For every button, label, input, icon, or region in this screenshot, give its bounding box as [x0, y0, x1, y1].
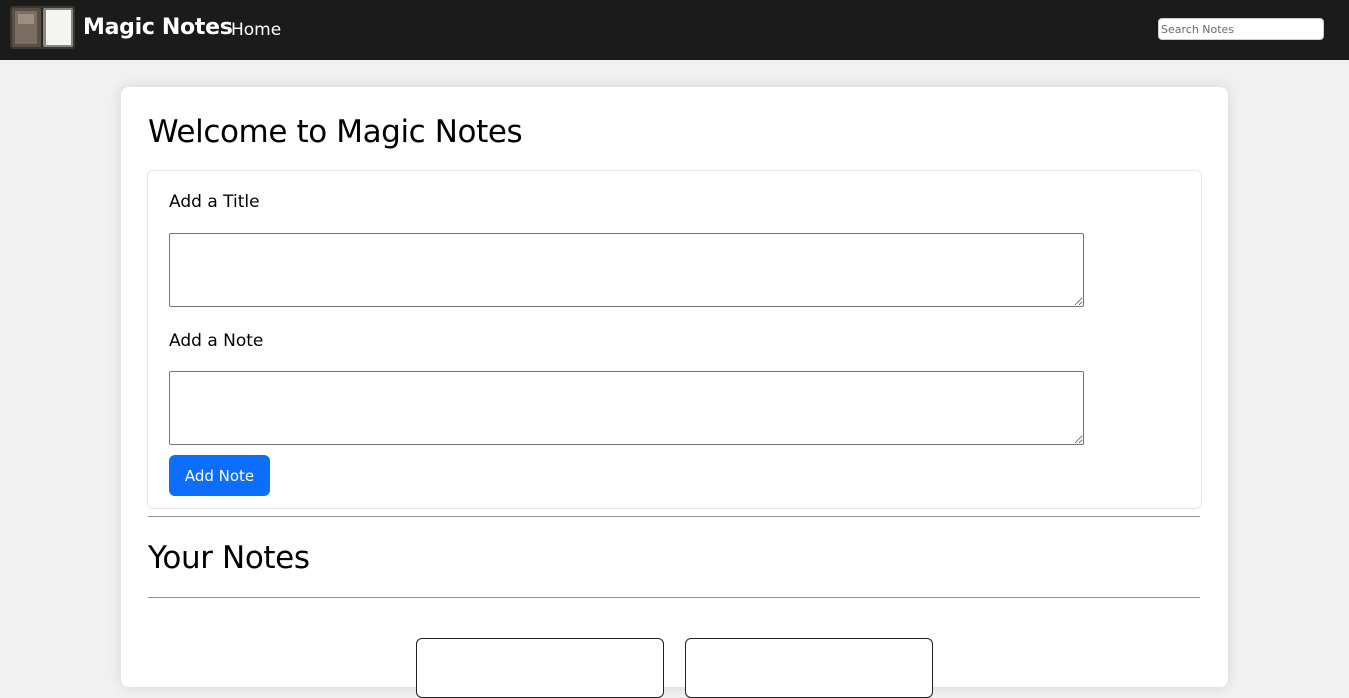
note-textarea[interactable]	[169, 371, 1084, 445]
add-note-card: Add a Title Add a Note Add Note	[147, 170, 1202, 509]
nav-home-link[interactable]: Home	[231, 19, 281, 41]
title-field-label: Add a Title	[169, 192, 260, 212]
note-card	[416, 638, 664, 698]
note-card	[685, 638, 933, 698]
title-textarea[interactable]	[169, 233, 1084, 307]
notes-section-title: Your Notes	[148, 540, 310, 576]
note-field-label: Add a Note	[169, 331, 264, 351]
search-input[interactable]	[1158, 18, 1324, 40]
brand-title[interactable]: Magic Notes	[83, 14, 233, 42]
navbar: Magic Notes Home	[0, 0, 1349, 60]
divider	[148, 516, 1200, 517]
page-title: Welcome to Magic Notes	[148, 114, 523, 150]
divider	[148, 597, 1200, 598]
notebook-logo-icon[interactable]	[10, 6, 75, 49]
main-panel: Welcome to Magic Notes Add a Title Add a…	[121, 87, 1228, 698]
add-note-button[interactable]: Add Note	[169, 455, 270, 496]
